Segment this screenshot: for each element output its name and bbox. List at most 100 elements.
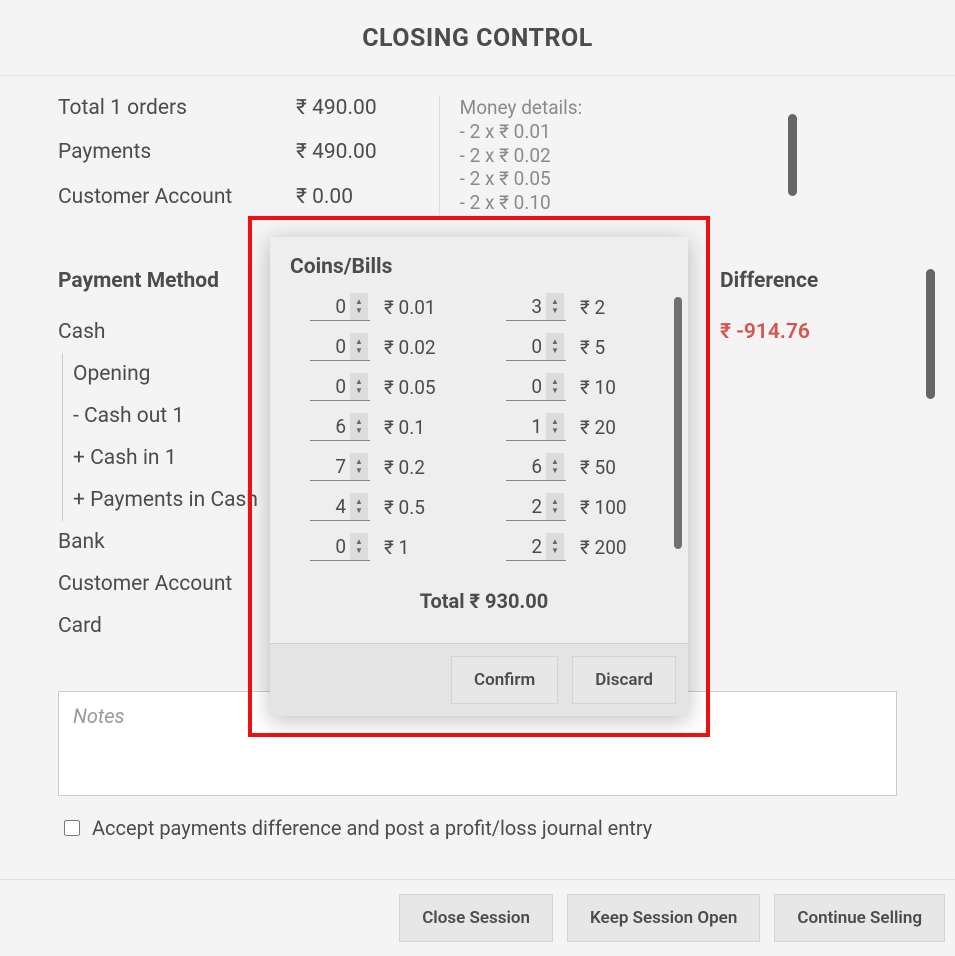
accept-difference-checkbox[interactable]: [64, 820, 80, 836]
quantity-stepper[interactable]: ▲▼: [506, 453, 566, 481]
customer-account-amount: ₹ 0.00: [296, 185, 377, 215]
stepper-arrows-icon[interactable]: ▲▼: [350, 333, 368, 360]
header: CLOSING CONTROL: [0, 0, 955, 76]
denomination-label: ₹ 0.05: [384, 376, 436, 399]
money-details-line: - 2 x ₹ 0.01: [460, 120, 759, 144]
scrollbar[interactable]: [788, 114, 797, 196]
coin-row: ▲▼ ₹ 0.1: [310, 413, 462, 441]
notes-placeholder: Notes: [73, 704, 125, 728]
stepper-arrows-icon[interactable]: ▲▼: [546, 453, 564, 480]
quantity-input[interactable]: [506, 293, 546, 320]
quantity-input[interactable]: [310, 533, 350, 560]
coin-row: ▲▼ ₹ 1: [310, 533, 462, 561]
denomination-label: ₹ 0.01: [384, 296, 436, 319]
quantity-input[interactable]: [310, 453, 350, 480]
coin-row: ▲▼ ₹ 2: [506, 293, 658, 321]
denomination-label: ₹ 2: [580, 296, 605, 319]
customer-account-label: Customer Account: [58, 185, 296, 215]
coin-row: ▲▼ ₹ 0.2: [310, 453, 462, 481]
quantity-input[interactable]: [310, 293, 350, 320]
scrollbar[interactable]: [926, 269, 935, 399]
coin-row: ▲▼ ₹ 0.05: [310, 373, 462, 401]
denomination-label: ₹ 100: [580, 496, 627, 519]
quantity-input[interactable]: [310, 333, 350, 360]
stepper-arrows-icon[interactable]: ▲▼: [546, 533, 564, 560]
denomination-label: ₹ 10: [580, 376, 616, 399]
confirm-button[interactable]: Confirm: [451, 656, 558, 704]
stepper-arrows-icon[interactable]: ▲▼: [350, 493, 368, 520]
quantity-input[interactable]: [310, 413, 350, 440]
coin-row: ▲▼ ₹ 20: [506, 413, 658, 441]
stepper-arrows-icon[interactable]: ▲▼: [350, 293, 368, 320]
difference-heading: Difference: [720, 269, 818, 293]
footer: Close Session Keep Session Open Continue…: [0, 879, 955, 956]
stepper-arrows-icon[interactable]: ▲▼: [546, 293, 564, 320]
coin-row: ▲▼ ₹ 100: [506, 493, 658, 521]
difference-value: ₹ -914.76: [720, 311, 810, 353]
stepper-arrows-icon[interactable]: ▲▼: [350, 413, 368, 440]
quantity-stepper[interactable]: ▲▼: [310, 453, 370, 481]
denomination-label: ₹ 200: [580, 536, 627, 559]
stepper-arrows-icon[interactable]: ▲▼: [350, 373, 368, 400]
denomination-label: ₹ 1: [384, 536, 409, 559]
stepper-arrows-icon[interactable]: ▲▼: [350, 533, 368, 560]
stepper-arrows-icon[interactable]: ▲▼: [546, 373, 564, 400]
coin-row: ▲▼ ₹ 0.01: [310, 293, 462, 321]
coins-bills-modal: Coins/Bills ▲▼ ₹ 0.01 ▲▼ ₹ 0.02 ▲▼ ₹ 0.05 ▲▼ ₹ …: [270, 237, 688, 716]
coin-row: ▲▼ ₹ 0.5: [310, 493, 462, 521]
quantity-stepper[interactable]: ▲▼: [506, 293, 566, 321]
quantity-input[interactable]: [310, 373, 350, 400]
payments-amount: ₹ 490.00: [296, 140, 377, 170]
scrollbar[interactable]: [674, 297, 682, 549]
stepper-arrows-icon[interactable]: ▲▼: [350, 453, 368, 480]
accept-difference-label: Accept payments difference and post a pr…: [92, 816, 652, 840]
quantity-stepper[interactable]: ▲▼: [506, 373, 566, 401]
stepper-arrows-icon[interactable]: ▲▼: [546, 413, 564, 440]
denomination-label: ₹ 0.02: [384, 336, 436, 359]
quantity-stepper[interactable]: ▲▼: [310, 293, 370, 321]
denomination-label: ₹ 0.2: [384, 456, 425, 479]
quantity-stepper[interactable]: ▲▼: [506, 493, 566, 521]
quantity-input[interactable]: [310, 493, 350, 520]
payments-label: Payments: [58, 140, 296, 170]
denomination-label: ₹ 20: [580, 416, 616, 439]
modal-total: Total ₹ 930.00: [310, 573, 658, 631]
modal-title: Coins/Bills: [270, 237, 688, 293]
quantity-stepper[interactable]: ▲▼: [310, 373, 370, 401]
denomination-label: ₹ 5: [580, 336, 605, 359]
orders-label: Total 1 orders: [58, 96, 296, 126]
denomination-label: ₹ 50: [580, 456, 616, 479]
stepper-arrows-icon[interactable]: ▲▼: [546, 493, 564, 520]
quantity-stepper[interactable]: ▲▼: [506, 333, 566, 361]
quantity-input[interactable]: [506, 413, 546, 440]
orders-amount: ₹ 490.00: [296, 96, 377, 126]
money-details-title: Money details:: [460, 96, 759, 120]
quantity-stepper[interactable]: ▲▼: [506, 413, 566, 441]
money-details-line: - 2 x ₹ 0.02: [460, 144, 759, 168]
money-details-line: - 2 x ₹ 0.10: [460, 191, 759, 215]
money-details: Money details: - 2 x ₹ 0.01 - 2 x ₹ 0.02…: [439, 96, 759, 215]
coin-row: ▲▼ ₹ 10: [506, 373, 658, 401]
quantity-input[interactable]: [506, 453, 546, 480]
summary-section: Total 1 orders ₹ 490.00 Payments ₹ 490.0…: [58, 96, 897, 215]
quantity-stepper[interactable]: ▲▼: [506, 533, 566, 561]
coin-row: ▲▼ ₹ 5: [506, 333, 658, 361]
close-session-button[interactable]: Close Session: [399, 894, 553, 942]
quantity-stepper[interactable]: ▲▼: [310, 533, 370, 561]
page-title: CLOSING CONTROL: [0, 24, 955, 53]
stepper-arrows-icon[interactable]: ▲▼: [546, 333, 564, 360]
denomination-label: ₹ 0.1: [384, 416, 425, 439]
quantity-input[interactable]: [506, 493, 546, 520]
continue-selling-button[interactable]: Continue Selling: [774, 894, 945, 942]
keep-session-open-button[interactable]: Keep Session Open: [567, 894, 760, 942]
quantity-input[interactable]: [506, 333, 546, 360]
discard-button[interactable]: Discard: [572, 656, 676, 704]
quantity-input[interactable]: [506, 533, 546, 560]
quantity-stepper[interactable]: ▲▼: [310, 333, 370, 361]
quantity-input[interactable]: [506, 373, 546, 400]
quantity-stepper[interactable]: ▲▼: [310, 493, 370, 521]
coin-row: ▲▼ ₹ 200: [506, 533, 658, 561]
quantity-stepper[interactable]: ▲▼: [310, 413, 370, 441]
coin-row: ▲▼ ₹ 0.02: [310, 333, 462, 361]
denomination-label: ₹ 0.5: [384, 496, 425, 519]
